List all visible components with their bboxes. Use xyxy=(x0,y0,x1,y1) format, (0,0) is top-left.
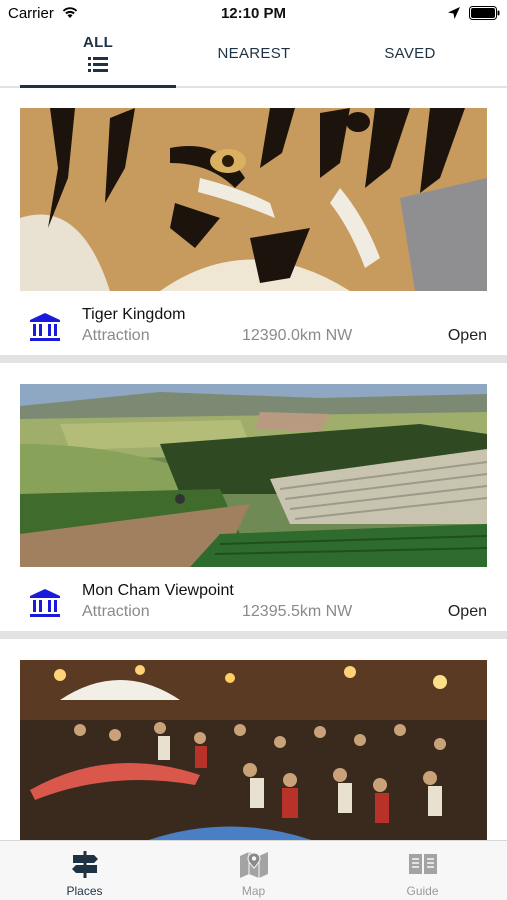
tab-saved-label: SAVED xyxy=(384,45,436,62)
place-title: Mon Cham Viewpoint xyxy=(82,582,234,599)
tab-all-label: ALL xyxy=(82,34,114,51)
status-bar: Carrier 12:10 PM xyxy=(0,0,507,28)
clock: 12:10 PM xyxy=(220,5,287,22)
hillside-farm-photo[interactable] xyxy=(20,384,487,567)
place-card[interactable]: Mon Cham Viewpoint Attraction 12395.5km … xyxy=(0,366,507,631)
signpost-icon xyxy=(72,851,98,878)
place-status: Open xyxy=(447,603,487,620)
card-separator xyxy=(0,355,507,363)
tiger-photo[interactable] xyxy=(20,108,487,291)
list-icon xyxy=(88,57,108,72)
battery-icon xyxy=(469,6,500,20)
book-icon xyxy=(409,854,437,874)
place-distance: 12390.0km NW xyxy=(242,327,353,344)
place-card[interactable] xyxy=(0,642,507,840)
bottom-tab-bar: Places Map Guide xyxy=(0,840,507,900)
tabbar-places[interactable]: Places xyxy=(0,841,169,900)
tab-all[interactable]: ALL xyxy=(20,28,176,88)
place-distance: 12395.5km NW xyxy=(242,603,353,620)
tabbar-guide[interactable]: Guide xyxy=(338,841,507,900)
museum-icon xyxy=(30,313,60,341)
filter-tabs: ALL NEAREST SAVED xyxy=(0,28,507,88)
tabbar-map[interactable]: Map xyxy=(169,841,338,900)
tab-nearest-label: NEAREST xyxy=(217,45,291,62)
card-separator xyxy=(0,631,507,639)
place-status: Open xyxy=(447,327,487,344)
place-category: Attraction xyxy=(82,327,150,344)
tabbar-guide-label: Guide xyxy=(406,884,439,898)
active-tab-indicator xyxy=(20,85,176,88)
places-list[interactable]: Tiger Kingdom Attraction 12390.0km NW Op… xyxy=(0,90,507,840)
place-category: Attraction xyxy=(82,603,150,620)
location-arrow-icon xyxy=(448,7,460,19)
tabbar-places-label: Places xyxy=(66,884,103,898)
tab-saved[interactable]: SAVED xyxy=(332,28,488,86)
place-card[interactable]: Tiger Kingdom Attraction 12390.0km NW Op… xyxy=(0,90,507,355)
tabbar-map-label: Map xyxy=(241,884,266,898)
night-market-photo[interactable] xyxy=(20,660,487,840)
map-icon xyxy=(240,852,268,878)
place-title: Tiger Kingdom xyxy=(82,306,186,323)
tab-nearest[interactable]: NEAREST xyxy=(176,28,332,86)
museum-icon xyxy=(30,589,60,617)
